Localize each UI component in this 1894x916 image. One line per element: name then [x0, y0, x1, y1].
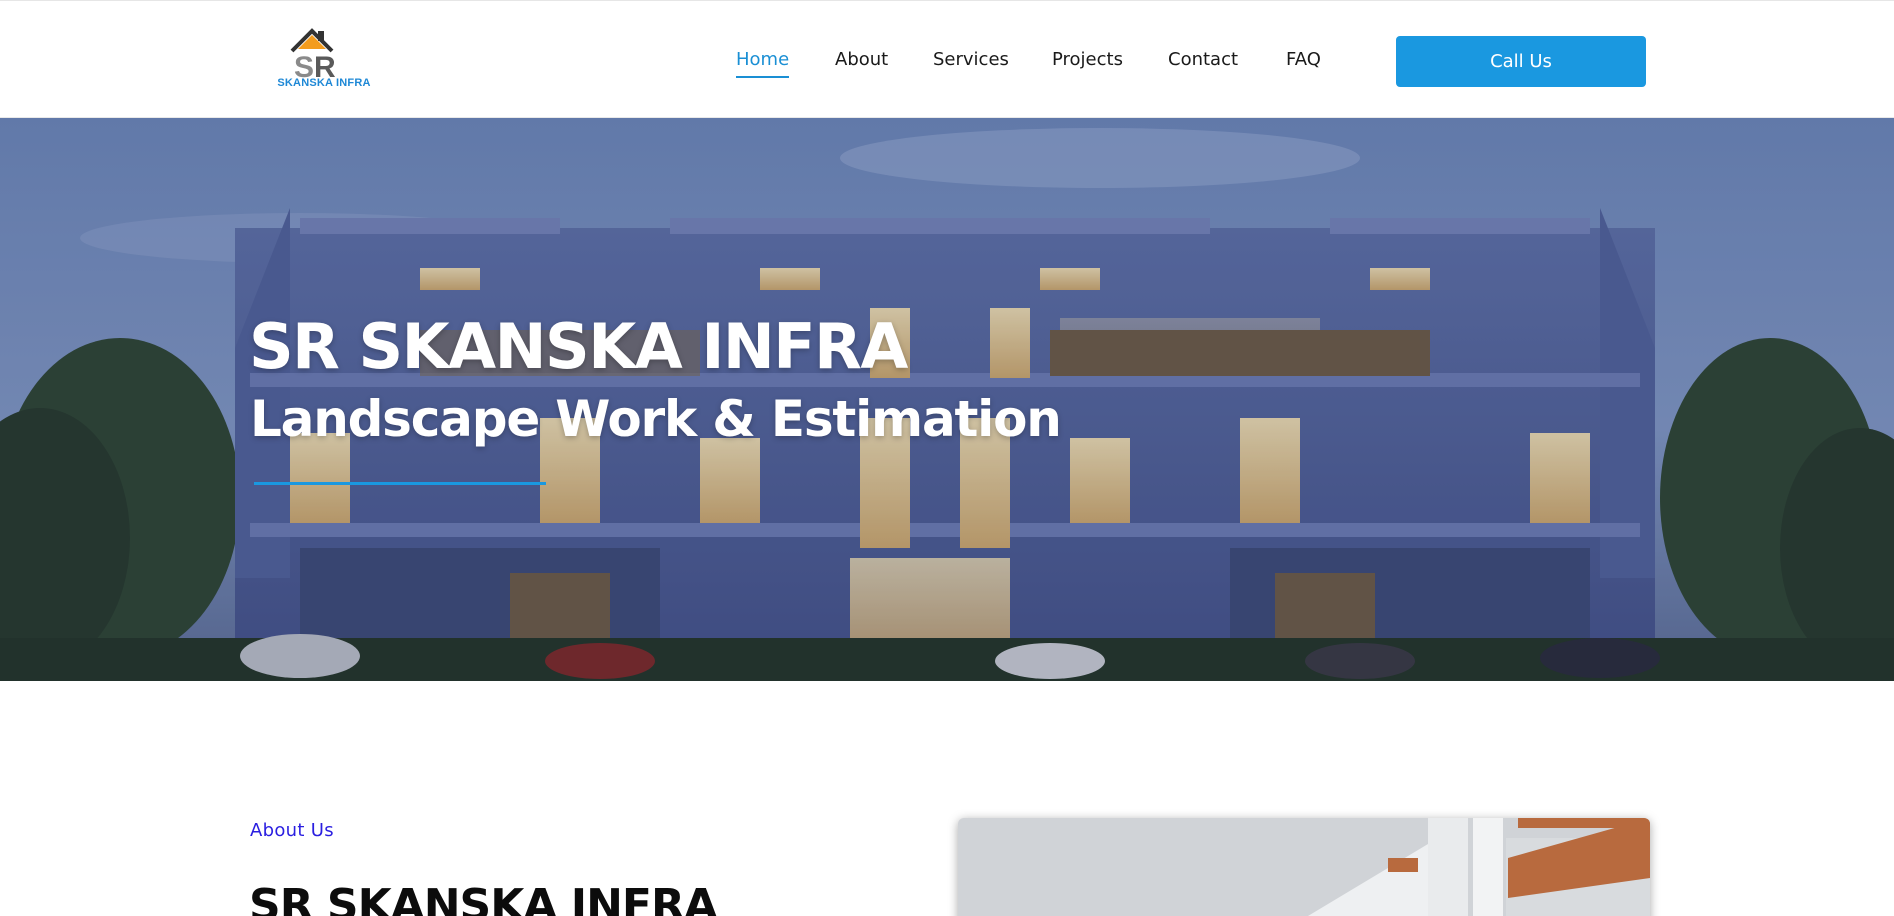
nav-services[interactable]: Services	[933, 49, 1009, 70]
nav-projects[interactable]: Projects	[1052, 49, 1123, 70]
brand-logo[interactable]: S R SKANSKA INFRA	[268, 25, 380, 91]
about-image	[958, 818, 1650, 916]
nav-home-label: Home	[736, 49, 790, 70]
svg-text:S: S	[294, 51, 314, 79]
nav-contact-label: Contact	[1168, 49, 1239, 70]
hero-section: SR SKANSKA INFRA Landscape Work & Estima…	[0, 118, 1894, 681]
call-us-button[interactable]: Call Us	[1396, 36, 1646, 87]
hero-title: SR SKANSKA INFRA	[249, 310, 908, 383]
hero-subtitle: Landscape Work & Estimation	[250, 390, 1062, 448]
svg-text:R: R	[314, 51, 336, 79]
nav-about-label: About	[835, 49, 889, 70]
nav-contact[interactable]: Contact	[1168, 49, 1238, 70]
building-photo	[958, 818, 1650, 916]
logo-text: SKANSKA INFRA	[277, 77, 371, 89]
hero-accent-line	[254, 482, 546, 485]
about-section-label: About Us	[250, 820, 334, 841]
nav-services-label: Services	[933, 49, 1009, 70]
logo-mark-icon: S R	[290, 28, 336, 79]
nav-about[interactable]: About	[835, 49, 888, 70]
site-header: S R SKANSKA INFRA Home About Services Pr…	[0, 0, 1894, 118]
nav-faq-label: FAQ	[1286, 49, 1321, 70]
about-heading: SR SKANSKA INFRA	[249, 880, 718, 916]
active-underline	[736, 76, 790, 78]
nav-home[interactable]: Home	[736, 49, 790, 78]
nav-faq[interactable]: FAQ	[1286, 49, 1321, 70]
nav-projects-label: Projects	[1052, 49, 1123, 70]
